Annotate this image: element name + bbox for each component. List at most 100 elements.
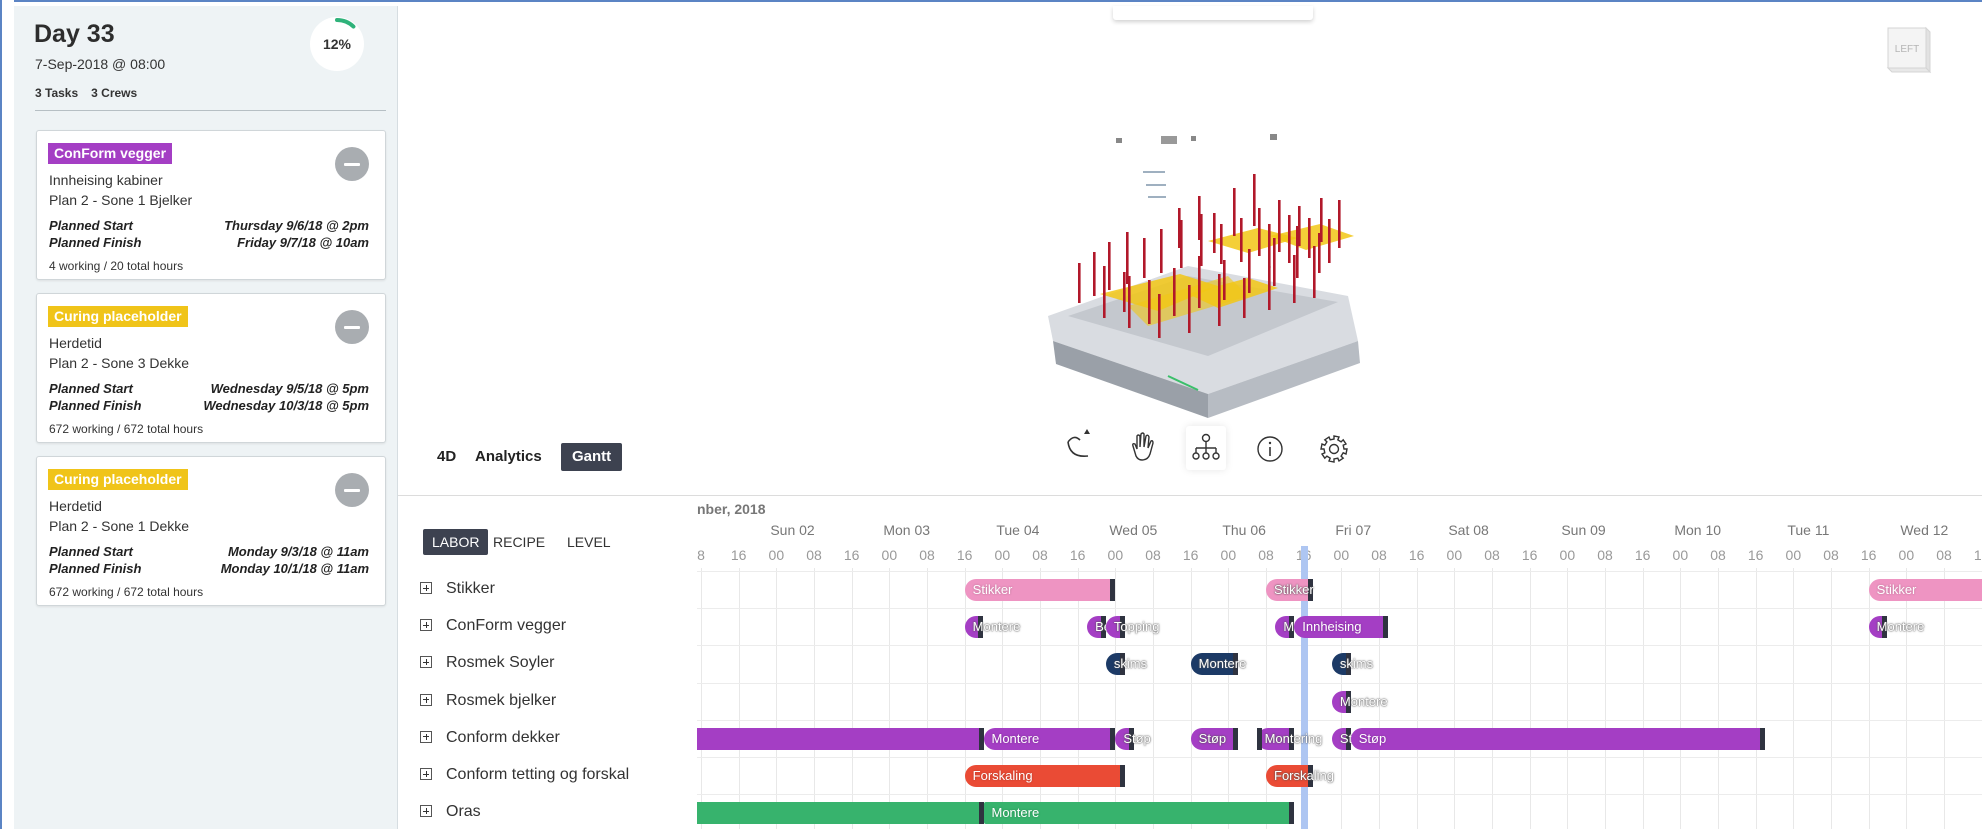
gantt-task-bar[interactable]: St: [1331, 727, 1352, 750]
gantt-task-bar[interactable]: Montere: [964, 616, 1020, 639]
task-card[interactable]: ConForm vegger Innheising kabiner Plan 2 -…: [36, 130, 386, 280]
tab-labor[interactable]: LABOR: [423, 529, 489, 555]
resource-row[interactable]: Conform dekker: [420, 728, 560, 748]
model-viewer[interactable]: LEFT 4D Analytics Gantt: [398, 6, 1982, 495]
hour-tick-label: 00: [994, 547, 1011, 563]
gantt-task-bar[interactable]: Støp: [1190, 727, 1238, 750]
gantt-task-bar[interactable]: Innheising: [1294, 616, 1389, 639]
gantt-task-bar[interactable]: Montere: [1868, 616, 1924, 639]
building-3d-model[interactable]: [1008, 126, 1508, 426]
gantt-task-bar[interactable]: Be: [1087, 616, 1111, 639]
resource-row[interactable]: ConForm vegger: [420, 616, 566, 636]
remove-task-button[interactable]: [335, 310, 369, 344]
hour-tick-label: 16: [956, 547, 973, 563]
info-icon[interactable]: [1250, 426, 1290, 470]
gantt-task-bar[interactable]: Montere: [1331, 690, 1388, 713]
bar-end-cap: [1289, 802, 1295, 825]
hour-tick-label: 08: [919, 547, 935, 563]
hour-tick-label: 00: [1559, 547, 1576, 563]
planned-finish-label: Planned Finish: [49, 398, 142, 413]
gantt-task-bar[interactable]: Montere: [983, 802, 1295, 825]
hour-grid-line: [927, 568, 928, 829]
planned-finish-row: Planned Finish Wednesday 10/3/18 @ 5pm: [49, 398, 369, 413]
orbit-icon[interactable]: [1058, 426, 1098, 470]
resource-name: Rosmek Soyler: [446, 654, 555, 672]
pan-hand-icon[interactable]: [1122, 426, 1162, 470]
hour-grid-line: [1718, 568, 1719, 829]
hour-grid-line: [1605, 568, 1606, 829]
tab-gantt[interactable]: Gantt: [561, 443, 623, 471]
gantt-task-bar[interactable]: Stikker: [1868, 579, 1982, 601]
bar-label: Montere: [991, 805, 1040, 821]
resource-row[interactable]: Stikker: [420, 579, 495, 599]
hour-grid-line: [1040, 568, 1041, 829]
hour-tick-label: 16: [1182, 547, 1199, 563]
hour-tick-label: 16: [1408, 547, 1425, 563]
planned-start-row: Planned Start Monday 9/3/18 @ 11am: [49, 544, 369, 559]
task-location: Plan 2 - Sone 1 Bjelker: [49, 192, 193, 208]
tab-4d[interactable]: 4D: [426, 443, 467, 471]
hour-tick-label: 08: [1484, 547, 1500, 563]
viewer-top-panel-tab[interactable]: [1113, 6, 1313, 20]
expand-plus-icon[interactable]: [420, 768, 432, 780]
expand-plus-icon[interactable]: [420, 656, 432, 669]
hour-grid-line: [1153, 568, 1154, 829]
gantt-task-bar[interactable]: skims: [1331, 653, 1373, 676]
task-card[interactable]: Curing placeholder Herdetid Plan 2 - Sone …: [36, 293, 386, 443]
task-hours: 4 working / 20 total hours: [49, 259, 184, 273]
gantt-task-bar[interactable]: Stikker: [1266, 579, 1314, 601]
day-label: Wed 12: [1900, 522, 1949, 538]
gantt-task-bar[interactable]: Montere: [983, 727, 1116, 750]
hour-grid-line: [1115, 568, 1117, 829]
resource-row[interactable]: Rosmek Soyler: [420, 653, 554, 673]
gantt-chart[interactable]: nber, 2018 8 16 00 08 16 00 08 16 00 08 16 00 08 16 00…: [697, 496, 1982, 829]
tab-analytics[interactable]: Analytics: [464, 443, 553, 471]
remove-task-button[interactable]: [335, 473, 369, 507]
view-cube[interactable]: LEFT: [1882, 24, 1934, 78]
bar-label: Stikker: [972, 582, 1013, 597]
gantt-task-bar[interactable]: M: [1275, 616, 1294, 639]
task-name: Innheising kabiner: [49, 172, 163, 188]
app-root: Day 33 7-Sep-2018 @ 08:00 3 Tasks 3 Crews…: [0, 0, 1982, 829]
gantt-task-bar[interactable]: Montering: [1256, 727, 1322, 750]
gantt-task-bar[interactable]: [697, 727, 984, 750]
task-card[interactable]: Curing placeholder Herdetid Plan 2 - Sone …: [36, 456, 386, 606]
expand-plus-icon[interactable]: [420, 730, 432, 743]
hierarchy-icon[interactable]: [1186, 426, 1226, 470]
hour-tick-label: 08: [1258, 547, 1274, 563]
expand-plus-icon[interactable]: [420, 693, 432, 706]
bar-label: Innheising: [1302, 619, 1362, 635]
gantt-task-bar[interactable]: Topping: [1105, 616, 1159, 639]
task-location: Plan 2 - Sone 3 Dekke: [49, 355, 190, 371]
expand-plus-icon[interactable]: [420, 582, 432, 594]
planned-finish-label: Planned Finish: [49, 561, 142, 576]
gantt-task-bar[interactable]: skims: [1105, 653, 1147, 676]
remove-task-button[interactable]: [335, 147, 369, 181]
gantt-task-bar[interactable]: Forskaling: [964, 765, 1125, 787]
expand-plus-icon[interactable]: [420, 805, 432, 818]
tab-level[interactable]: LEVEL: [558, 529, 620, 555]
gantt-task-bar[interactable]: Støp: [1350, 727, 1766, 750]
hour-grid-line: [1077, 568, 1079, 829]
resource-row[interactable]: Oras: [420, 802, 481, 822]
task-crew-tag: Curing placeholder: [48, 306, 188, 327]
sidebar-divider: [35, 110, 386, 111]
hour-grid-line: [1492, 568, 1493, 829]
gantt-task-bar[interactable]: Montere: [1190, 653, 1246, 676]
hour-grid-line: [1755, 568, 1757, 829]
resource-row[interactable]: Conform tetting og forskal: [420, 765, 629, 785]
bar-end-cap: [978, 727, 984, 750]
gantt-task-bar[interactable]: Stikker: [964, 579, 1116, 601]
planned-start-label: Planned Start: [49, 544, 133, 559]
day-label: Sun 09: [1561, 522, 1606, 538]
settings-gear-icon[interactable]: [1314, 426, 1354, 470]
planned-start-label: Planned Start: [49, 218, 133, 233]
gantt-task-bar[interactable]: Støp: [1115, 727, 1151, 750]
resource-name: Conform dekker: [446, 728, 560, 746]
tab-recipe[interactable]: RECIPE: [484, 529, 554, 555]
gantt-task-bar[interactable]: Forskaling: [1266, 765, 1334, 787]
expand-plus-icon[interactable]: [420, 619, 432, 632]
gantt-task-bar[interactable]: [697, 802, 984, 825]
bar-label: skims: [1113, 656, 1148, 672]
resource-row[interactable]: Rosmek bjelker: [420, 691, 556, 711]
